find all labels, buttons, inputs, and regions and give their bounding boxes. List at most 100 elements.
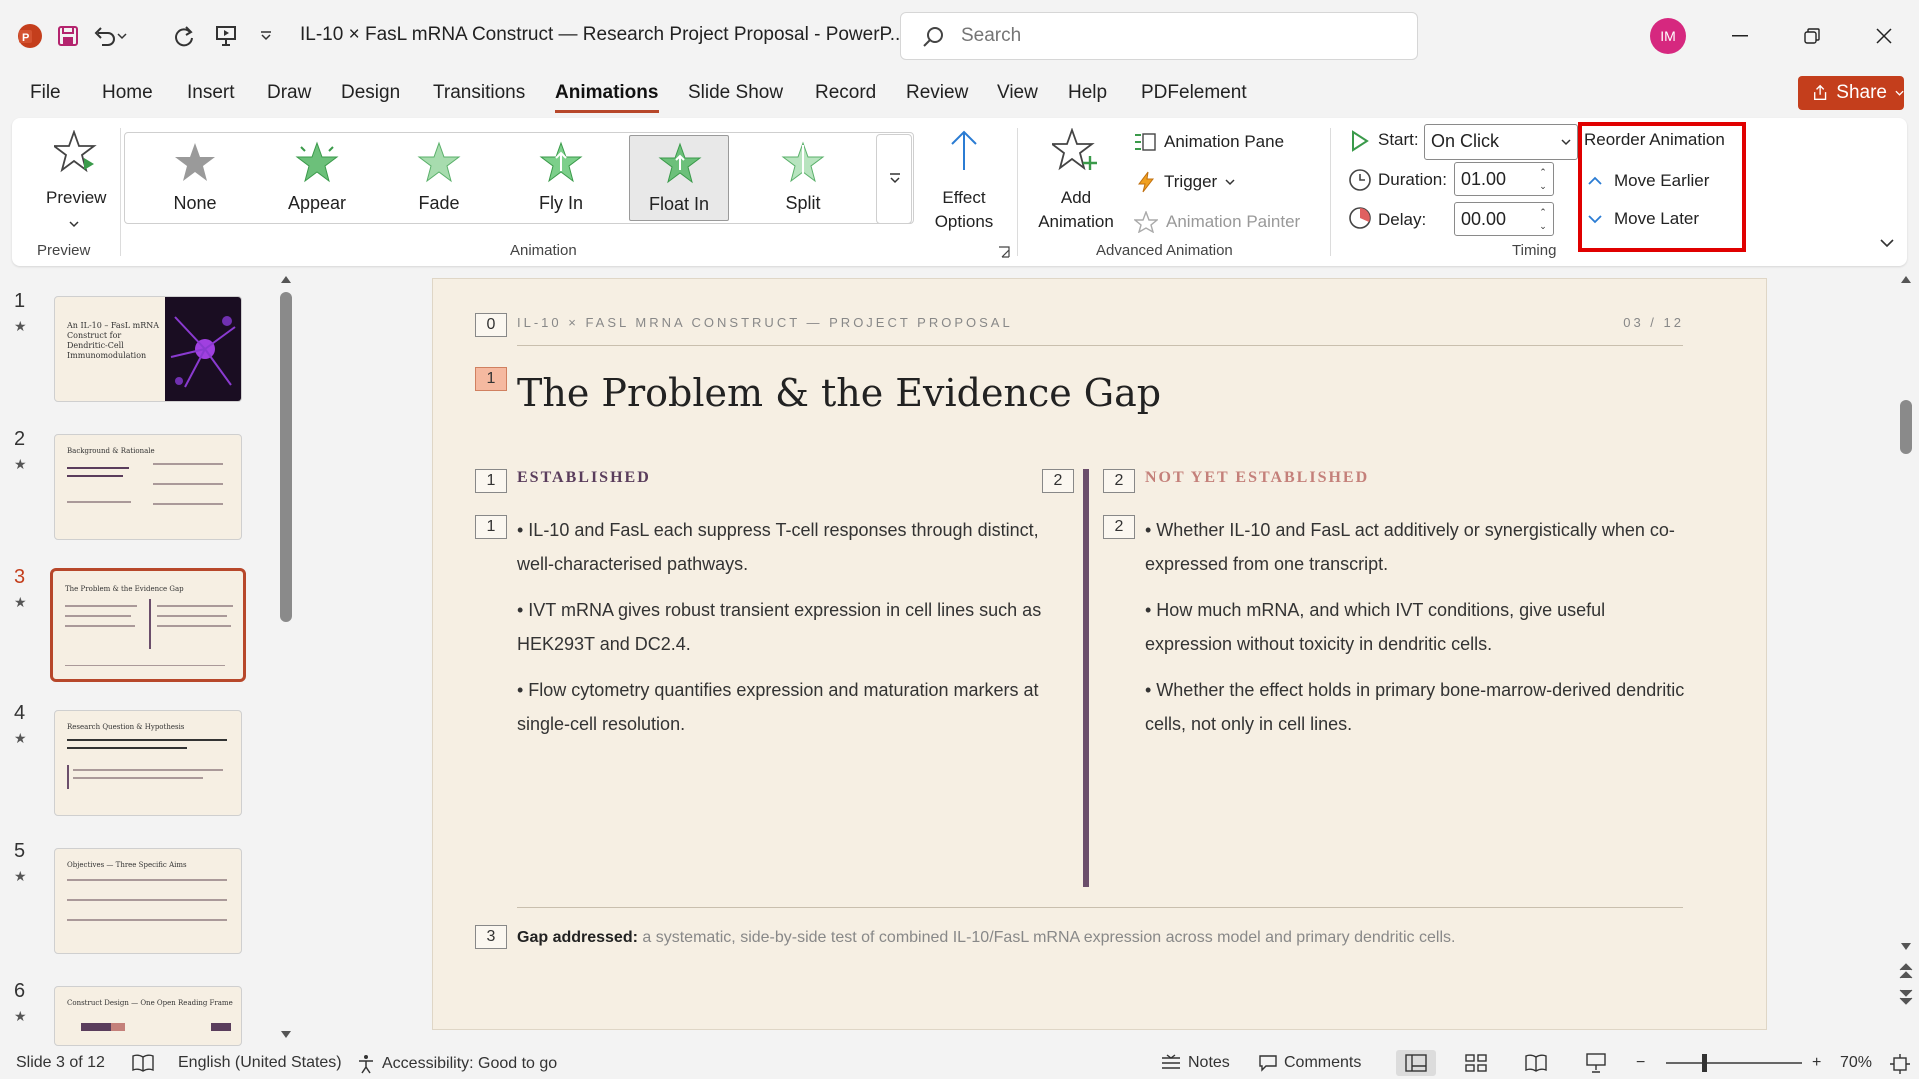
animation-order-tag[interactable]: 1 xyxy=(475,469,507,493)
animation-float-in[interactable]: Float In xyxy=(629,135,729,221)
avatar[interactable]: IM xyxy=(1650,18,1686,54)
slide-sorter-button[interactable] xyxy=(1456,1050,1496,1076)
undo-dropdown-chevron-icon[interactable] xyxy=(112,20,132,52)
animation-painter-button[interactable]: Animation Painter xyxy=(1134,208,1300,236)
notes-button[interactable]: Notes xyxy=(1160,1054,1230,1072)
animation-fly-in[interactable]: Fly In xyxy=(511,135,611,221)
normal-view-button[interactable] xyxy=(1396,1050,1436,1076)
trigger-button[interactable]: Trigger xyxy=(1136,168,1235,196)
thumb-decoration xyxy=(67,739,227,741)
animation-order-tag[interactable]: 1 xyxy=(475,367,507,391)
tab-help[interactable]: Help xyxy=(1068,82,1107,104)
search-box[interactable] xyxy=(900,12,1418,60)
not-established-bullet[interactable]: • Whether IL-10 and FasL act additively … xyxy=(1145,513,1695,581)
redo-icon[interactable] xyxy=(168,20,200,52)
slide-show-button[interactable] xyxy=(1576,1050,1616,1076)
slide-thumbnail-2[interactable]: Background & Rationale xyxy=(54,434,242,540)
animation-order-tag[interactable]: 2 xyxy=(1103,469,1135,493)
presenter-icon[interactable] xyxy=(210,20,242,52)
comments-button[interactable]: Comments xyxy=(1258,1054,1361,1072)
share-button[interactable]: Share xyxy=(1798,76,1904,110)
animation-fade[interactable]: Fade xyxy=(389,135,489,221)
slide-count[interactable]: Slide 3 of 12 xyxy=(16,1054,105,1072)
not-established-bullet[interactable]: • How much mRNA, and which IVT condition… xyxy=(1145,593,1695,661)
animation-order-tag[interactable]: 2 xyxy=(1103,515,1135,539)
customize-toolbar-icon[interactable] xyxy=(254,20,278,52)
animation-order-tag[interactable]: 3 xyxy=(475,925,507,949)
effect-options-button[interactable]: Effect Options xyxy=(918,126,1010,238)
tab-view[interactable]: View xyxy=(997,82,1038,104)
next-slide-icon[interactable] xyxy=(1898,988,1914,1006)
gap-addressed-text[interactable]: Gap addressed: a systematic, side-by-sid… xyxy=(517,929,1455,947)
animation-order-tag[interactable]: 1 xyxy=(475,515,507,539)
tab-slide-show[interactable]: Slide Show xyxy=(688,82,783,104)
scroll-down-arrow-icon[interactable] xyxy=(280,1030,292,1040)
start-select[interactable]: On Click xyxy=(1424,124,1578,160)
spelling-book-icon[interactable] xyxy=(132,1054,154,1072)
slide-thumbnail-1[interactable]: An IL-10 – FasL mRNA Construct for Dendr… xyxy=(54,296,242,402)
slide-title[interactable]: The Problem & the Evidence Gap xyxy=(517,371,1161,415)
save-icon[interactable] xyxy=(52,20,84,52)
animation-pane-button[interactable]: Animation Pane xyxy=(1134,128,1284,156)
slide-thumbnail-6[interactable]: Construct Design — One Open Reading Fram… xyxy=(54,986,242,1046)
accessibility-status[interactable]: Accessibility: Good to go xyxy=(356,1054,557,1074)
tab-transitions[interactable]: Transitions xyxy=(433,82,525,104)
preview-group-label: Preview xyxy=(37,242,91,259)
add-animation-button[interactable]: Add Animation xyxy=(1024,126,1124,238)
canvas-scroll-up-icon[interactable] xyxy=(1900,274,1912,284)
canvas-scroll-down-icon[interactable] xyxy=(1900,942,1912,952)
tab-review[interactable]: Review xyxy=(906,82,968,104)
dialog-launcher-icon[interactable] xyxy=(998,246,1010,258)
gallery-more-button[interactable] xyxy=(876,134,912,224)
previous-slide-icon[interactable] xyxy=(1898,962,1914,980)
tab-record[interactable]: Record xyxy=(815,82,876,104)
animation-split[interactable]: Split xyxy=(753,135,853,221)
thumb-decoration xyxy=(153,463,223,465)
minimize-icon[interactable] xyxy=(1720,18,1760,54)
column-divider[interactable] xyxy=(1083,469,1089,887)
thumb-decoration xyxy=(67,475,123,477)
slide-thumbnail-3[interactable]: The Problem & the Evidence Gap xyxy=(50,568,246,682)
collapse-ribbon-icon[interactable] xyxy=(1880,238,1894,248)
delay-input[interactable]: 00.00 ⌃ ⌄ xyxy=(1454,202,1554,236)
established-heading[interactable]: ESTABLISHED xyxy=(517,469,651,487)
language-status[interactable]: English (United States) xyxy=(178,1054,342,1072)
zoom-in-icon[interactable]: + xyxy=(1812,1054,1821,1072)
animation-appear[interactable]: Appear xyxy=(267,135,367,221)
slide-canvas[interactable]: 0 IL-10 × FASL MRNA CONSTRUCT — PROJECT … xyxy=(432,278,1767,1030)
scroll-up-arrow-icon[interactable] xyxy=(280,274,292,284)
tab-home[interactable]: Home xyxy=(102,82,153,104)
fit-to-window-icon[interactable] xyxy=(1890,1054,1910,1074)
close-icon[interactable] xyxy=(1864,18,1904,54)
animation-none[interactable]: None xyxy=(145,135,245,221)
delay-spinner-icon[interactable]: ⌃ ⌄ xyxy=(1537,205,1549,235)
zoom-slider[interactable] xyxy=(1666,1062,1802,1064)
not-established-heading[interactable]: NOT YET ESTABLISHED xyxy=(1145,469,1369,487)
established-bullet[interactable]: • Flow cytometry quantifies expression a… xyxy=(517,673,1047,741)
restore-icon[interactable] xyxy=(1792,18,1832,54)
tab-file[interactable]: File xyxy=(30,82,61,104)
tab-insert[interactable]: Insert xyxy=(187,82,235,104)
preview-button[interactable]: Preview xyxy=(24,126,124,238)
slide-thumbnail-5[interactable]: Objectives — Three Specific Aims xyxy=(54,848,242,954)
established-bullet[interactable]: • IVT mRNA gives robust transient expres… xyxy=(517,593,1047,661)
duration-spinner-icon[interactable]: ⌃ ⌄ xyxy=(1537,165,1549,195)
duration-input[interactable]: 01.00 ⌃ ⌄ xyxy=(1454,162,1554,196)
tab-draw[interactable]: Draw xyxy=(267,82,311,104)
tab-design[interactable]: Design xyxy=(341,82,400,104)
animation-order-tag[interactable]: 0 xyxy=(475,313,507,337)
tab-animations[interactable]: Animations xyxy=(555,82,658,104)
slide-thumbnail-4[interactable]: Research Question & Hypothesis xyxy=(54,710,242,816)
thumbnail-scrollbar[interactable] xyxy=(280,292,292,622)
reading-view-button[interactable] xyxy=(1516,1050,1556,1076)
zoom-out-icon[interactable]: − xyxy=(1636,1054,1645,1072)
zoom-level[interactable]: 70% xyxy=(1840,1054,1872,1072)
canvas-scrollbar[interactable] xyxy=(1900,400,1912,454)
animation-star-icon: ★ xyxy=(14,1008,27,1024)
not-established-bullet[interactable]: • Whether the effect holds in primary bo… xyxy=(1145,673,1695,741)
animation-order-tag[interactable]: 2 xyxy=(1042,469,1074,493)
tab-pdfelement[interactable]: PDFelement xyxy=(1141,82,1247,104)
search-input[interactable] xyxy=(961,25,1381,47)
established-bullet[interactable]: • IL-10 and FasL each suppress T-cell re… xyxy=(517,513,1047,581)
zoom-slider-thumb[interactable] xyxy=(1702,1054,1707,1072)
